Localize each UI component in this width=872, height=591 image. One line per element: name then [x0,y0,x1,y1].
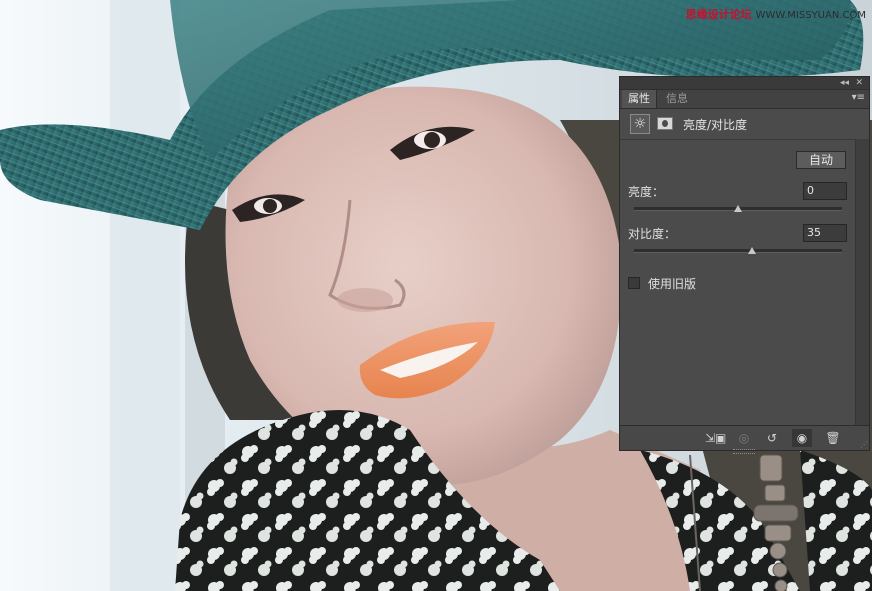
panel-footer: ⇲▣ ◎ ↺ ◉ 🗑 ⋰ [620,425,869,454]
corner-grip-icon[interactable]: ⋰ [860,441,868,449]
brightness-slider-thumb[interactable] [734,205,742,212]
adjustment-header: ☼ 亮度/对比度 [620,109,869,140]
close-icon[interactable]: ✕ [855,77,863,89]
visibility-eye-icon[interactable]: ◉ [792,429,812,447]
contrast-label: 对比度： [628,227,677,241]
watermark-en: WWW.MISSYUAN.COM [755,10,866,21]
collapse-icon[interactable]: ◂◂ [840,77,849,89]
contrast-slider[interactable] [634,247,842,254]
adjustment-title: 亮度/对比度 [683,118,748,132]
panel-title-bar[interactable]: ◂◂ ✕ [620,77,869,90]
view-previous-icon[interactable]: ◎ [734,429,754,447]
properties-panel: ◂◂ ✕ 属性 信息 ▾≡ ☼ 亮度/对比度 自动 亮度： 0 对比度： 35 … [619,76,870,454]
layer-mask-icon[interactable] [657,117,673,130]
auto-button[interactable]: 自动 [796,151,846,169]
brightness-input[interactable]: 0 [803,182,847,200]
brightness-slider[interactable] [634,205,842,212]
panel-tabs: 属性 信息 ▾≡ [620,90,869,109]
trash-icon[interactable]: 🗑 [823,429,843,447]
brightness-label: 亮度： [628,185,665,199]
panel-resize-grip[interactable] [733,449,755,454]
clip-to-layer-icon[interactable]: ⇲▣ [705,429,726,447]
panel-scrollbar[interactable] [855,139,869,426]
tab-properties[interactable]: 属性 [622,90,657,108]
tab-info[interactable]: 信息 [660,90,694,108]
watermark: 思缘设计论坛 WWW.MISSYUAN.COM [686,6,866,22]
panel-menu-icon[interactable]: ▾≡ [852,92,865,103]
contrast-slider-thumb[interactable] [747,247,756,254]
contrast-input[interactable]: 35 [803,224,847,242]
brightness-contrast-icon[interactable]: ☼ [630,114,650,134]
watermark-cn: 思缘设计论坛 [685,8,752,21]
legacy-checkbox[interactable] [628,277,640,289]
legacy-label: 使用旧版 [648,277,697,291]
reset-icon[interactable]: ↺ [762,429,782,447]
